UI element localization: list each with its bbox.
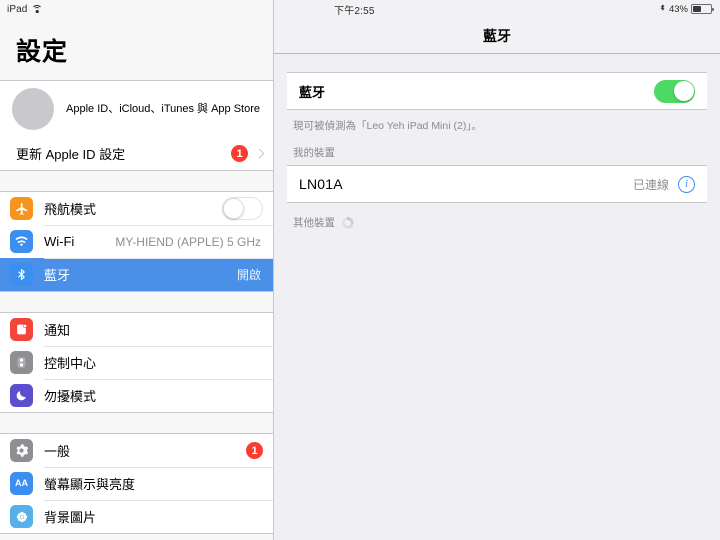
- my-devices-card: LN01A 已連線 i: [287, 165, 707, 203]
- status-device-label: iPad: [7, 3, 28, 15]
- status-time: 下午2:55: [334, 5, 375, 17]
- nav-title: 藍牙: [483, 27, 511, 44]
- battery-percent-label: 43%: [668, 3, 688, 15]
- detail-navigation-bar: 藍牙: [274, 18, 720, 54]
- gear-icon: [10, 439, 33, 462]
- wifi-icon: [31, 4, 43, 14]
- page-title: 設定: [0, 18, 273, 80]
- device-row[interactable]: LN01A 已連線 i: [287, 166, 707, 202]
- general-label: 一般: [44, 444, 71, 459]
- control-center-icon: [10, 351, 33, 374]
- my-devices-header: 我的裝置: [293, 147, 335, 159]
- update-apple-id-badge: 1: [231, 145, 248, 162]
- notifications-icon: [10, 318, 33, 341]
- control-center-label: 控制中心: [44, 356, 97, 371]
- apple-id-subtitle: Apple ID、iCloud、iTunes 與 App Store: [66, 102, 261, 115]
- sidebar-item-update-apple-id[interactable]: 更新 Apple ID 設定 1: [0, 137, 273, 170]
- chevron-right-icon: [254, 148, 265, 159]
- bluetooth-toggle-label: 藍牙: [299, 84, 326, 100]
- status-indicators: 43%: [659, 2, 714, 16]
- sidebar-item-notifications[interactable]: 通知: [0, 313, 273, 346]
- do-not-disturb-label: 勿擾模式: [44, 389, 97, 404]
- sidebar-item-control-center[interactable]: 控制中心: [0, 346, 273, 379]
- do-not-disturb-icon: [10, 384, 33, 407]
- wifi-icon: [10, 230, 33, 253]
- sidebar-item-airplane-mode[interactable]: 飛航模式: [0, 192, 273, 225]
- sidebar-status-bar: iPad: [0, 0, 273, 18]
- bluetooth-state-value: 開啟: [236, 268, 261, 282]
- wifi-label: Wi-Fi: [44, 234, 75, 249]
- notifications-group: 通知 控制中心 勿擾模式: [0, 312, 273, 413]
- bluetooth-icon: [10, 263, 33, 286]
- detail-status-bar: 下午2:55 43%: [274, 0, 720, 18]
- activity-spinner-icon: [341, 216, 354, 229]
- wifi-network-value: MY-HIEND (APPLE) 5 GHz: [115, 234, 261, 249]
- airplane-mode-label: 飛航模式: [44, 202, 97, 217]
- sidebar-item-bluetooth[interactable]: 藍牙 開啟: [0, 258, 273, 291]
- bluetooth-label: 藍牙: [44, 268, 71, 283]
- airplane-icon: [10, 197, 33, 220]
- bluetooth-detail-pane: 下午2:55 43% 藍牙 藍牙 現可被偵測為「Leo Yeh iPad Min…: [274, 0, 720, 540]
- bluetooth-switch[interactable]: [654, 79, 695, 103]
- other-devices-header-row: 其他裝置: [287, 203, 707, 235]
- airplane-mode-switch[interactable]: [222, 197, 263, 220]
- sidebar-scroll-area[interactable]: Apple ID、iCloud、iTunes 與 App Store 更新 Ap…: [0, 80, 273, 540]
- bluetooth-status-icon: [659, 2, 666, 16]
- display-brightness-icon: AA: [10, 472, 33, 495]
- sidebar-item-general[interactable]: 一般 1: [0, 434, 273, 467]
- sidebar-item-wifi[interactable]: Wi-Fi MY-HIEND (APPLE) 5 GHz: [0, 225, 273, 258]
- device-name: LN01A: [299, 176, 343, 192]
- display-brightness-label: 螢幕顯示與亮度: [44, 477, 136, 492]
- info-icon[interactable]: i: [678, 175, 695, 193]
- apple-id-group: Apple ID、iCloud、iTunes 與 App Store 更新 Ap…: [0, 80, 273, 171]
- bluetooth-toggle-row[interactable]: 藍牙: [287, 73, 707, 109]
- wallpaper-icon: [10, 505, 33, 528]
- discoverable-hint: 現可被偵測為「Leo Yeh iPad Mini (2)」。: [293, 120, 483, 132]
- avatar: [12, 88, 54, 130]
- other-devices-header: 其他裝置: [293, 217, 335, 229]
- notifications-label: 通知: [44, 323, 71, 338]
- bluetooth-toggle-card: 藍牙: [287, 72, 707, 110]
- sidebar-item-display-brightness[interactable]: AA 螢幕顯示與亮度: [0, 467, 273, 500]
- ipad-settings-screen: iPad 設定 Apple ID、iCloud、iTunes 與 App Sto…: [0, 0, 720, 540]
- settings-sidebar: iPad 設定 Apple ID、iCloud、iTunes 與 App Sto…: [0, 0, 274, 540]
- update-apple-id-label: 更新 Apple ID 設定: [16, 147, 126, 162]
- battery-icon: [691, 4, 714, 14]
- sidebar-item-wallpaper[interactable]: 背景圖片: [0, 500, 273, 533]
- apple-id-row[interactable]: Apple ID、iCloud、iTunes 與 App Store: [0, 81, 273, 137]
- display-brightness-glyph: AA: [15, 478, 28, 488]
- sidebar-item-do-not-disturb[interactable]: 勿擾模式: [0, 379, 273, 412]
- wallpaper-label: 背景圖片: [44, 510, 97, 525]
- detail-content: 藍牙 現可被偵測為「Leo Yeh iPad Mini (2)」。 我的裝置 L…: [274, 54, 720, 235]
- general-badge: 1: [246, 442, 263, 459]
- system-group: 一般 1 AA 螢幕顯示與亮度 背景圖片: [0, 433, 273, 534]
- device-status: 已連線: [632, 177, 669, 192]
- connectivity-group: 飛航模式 Wi-Fi MY-HIEND (APPLE) 5 GHz 藍牙 開啟: [0, 191, 273, 292]
